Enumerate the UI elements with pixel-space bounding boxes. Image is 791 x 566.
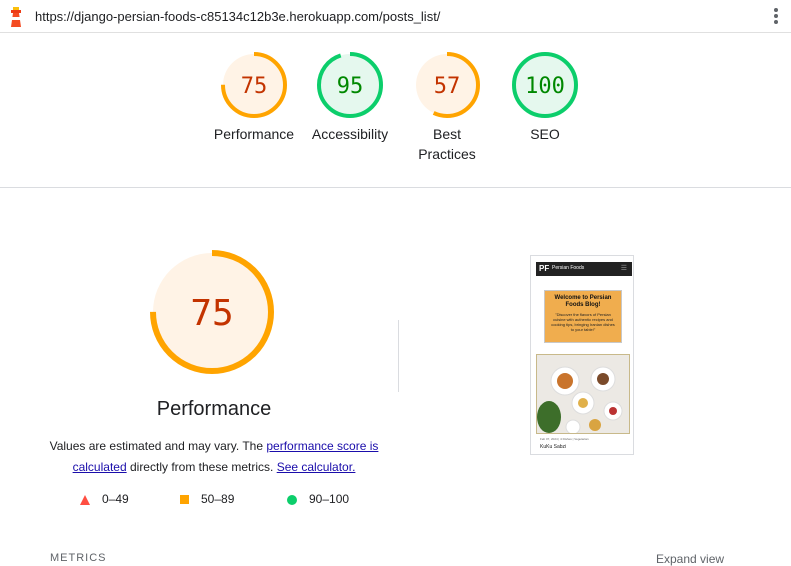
gauge-ring: 95 <box>317 52 383 118</box>
gauge-label: Best Practices <box>418 126 476 162</box>
metrics-heading: METRICS <box>50 552 107 564</box>
gauge-label: SEO <box>530 126 560 142</box>
expand-view-toggle[interactable]: Expand view <box>656 552 724 566</box>
triangle-icon <box>80 494 90 505</box>
thumb-logo: PF <box>539 264 550 273</box>
gauge-label: Performance <box>213 126 295 142</box>
thumb-card-title: Welcome to Persian Foods Blog! <box>554 295 612 308</box>
legend-average: 50–89 <box>180 492 234 506</box>
performance-score-gauge: 75 <box>150 250 278 378</box>
gauge-score: 100 <box>525 74 565 99</box>
legend-range: 0–49 <box>102 492 129 506</box>
thumb-welcome-card: Welcome to Persian Foods Blog! "Discover… <box>544 290 622 343</box>
legend-range: 50–89 <box>201 492 235 506</box>
gauge-seo[interactable]: 100 SEO <box>495 52 595 144</box>
section-divider <box>0 187 791 188</box>
gauge-score: 95 <box>337 74 364 99</box>
vertical-separator <box>398 320 399 392</box>
gauge-accessibility[interactable]: 95 Accessibility <box>300 52 400 144</box>
circle-icon <box>287 494 297 505</box>
thumb-navbar: PF Persian Foods ☰ <box>536 262 632 276</box>
hamburger-icon: ☰ <box>620 265 627 272</box>
desc-text-1: Values are estimated and may vary. The <box>49 439 267 453</box>
gauge-ring: 57 <box>414 52 480 118</box>
gauge-best-practices[interactable]: 57 Best Practices <box>397 52 497 164</box>
thumb-post-meta: Feb 07, 2024 | 4 Dishes | Vegetarian <box>540 437 589 441</box>
desc-text-2: directly from these metrics. <box>126 460 277 474</box>
gauge-score: 57 <box>434 74 461 99</box>
gauge-ring: 100 <box>512 52 578 118</box>
see-calculator-link[interactable]: See calculator. <box>277 460 356 474</box>
lighthouse-icon <box>11 7 21 27</box>
gauge-score: 75 <box>241 74 268 99</box>
gauge-score: 75 <box>190 293 233 334</box>
thumb-food-image <box>536 354 630 434</box>
more-options-icon[interactable] <box>769 7 783 27</box>
gauge-label: Accessibility <box>311 126 389 142</box>
url-bar: https://django-persian-foods-c85134c12b3… <box>0 0 791 33</box>
gauge-performance[interactable]: 75 Performance <box>204 52 304 144</box>
performance-title: Performance <box>156 398 272 420</box>
page-url[interactable]: https://django-persian-foods-c85134c12b3… <box>35 9 440 24</box>
thumb-post-title: KuKu Sabzi <box>540 444 567 450</box>
legend-fail: 0–49 <box>80 492 129 506</box>
gauge-ring: 75 <box>150 250 274 374</box>
legend-range: 90–100 <box>309 492 350 506</box>
thumb-brand: Persian Foods <box>552 265 585 271</box>
gauge-ring: 75 <box>221 52 287 118</box>
legend-pass: 90–100 <box>287 492 349 506</box>
final-screenshot[interactable]: PF Persian Foods ☰ Welcome to Persian Fo… <box>530 255 634 455</box>
food-photo-icon <box>537 355 629 433</box>
thumb-card-text: "Discover the flavors of Persian cuisine… <box>551 312 615 332</box>
performance-description: Values are estimated and may vary. The p… <box>44 436 384 478</box>
square-icon <box>180 495 189 505</box>
